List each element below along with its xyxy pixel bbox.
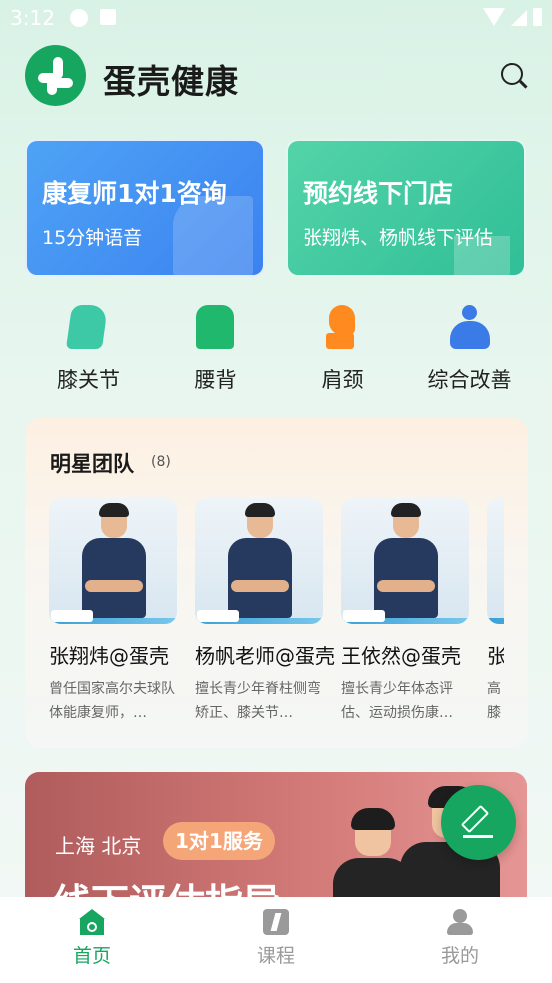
signal-icon xyxy=(511,10,527,26)
neck-icon xyxy=(323,305,363,350)
pen-icon xyxy=(460,804,490,834)
tab-profile[interactable]: 我的 xyxy=(368,897,552,983)
category-label: 膝关节 xyxy=(57,368,120,392)
member-photo xyxy=(195,498,323,624)
consult-card[interactable]: 康复师1对1咨询 15分钟语音 xyxy=(25,139,265,277)
user-icon xyxy=(447,909,473,935)
status-system-icons xyxy=(483,8,542,26)
member-photo xyxy=(49,498,177,624)
team-title: 明星团队 xyxy=(50,452,134,476)
alert-icon xyxy=(70,9,88,27)
banner-cities: 上海 北京 xyxy=(55,834,142,858)
tab-home[interactable]: 首页 xyxy=(0,897,184,983)
tab-label: 我的 xyxy=(440,945,479,967)
member-description: 擅长青少年脊柱侧弯矫正、膝关节… xyxy=(195,681,321,721)
team-count: (8) xyxy=(151,454,171,470)
tab-label: 首页 xyxy=(72,945,111,967)
brand-badge-icon xyxy=(197,610,239,622)
member-name: 张翔炜@蛋壳 xyxy=(49,644,169,668)
brand-badge-icon xyxy=(51,610,93,622)
team-member-card[interactable]: 王依然@蛋壳 擅长青少年体态评估、运动损伤康… xyxy=(341,498,469,738)
category-label: 肩颈 xyxy=(321,368,364,392)
member-description: 高膝 xyxy=(487,681,501,721)
team-carousel[interactable]: 张翔炜@蛋壳 曾任国家高尔夫球队体能康复师，… 杨帆老师@蛋壳 擅长青少年脊柱侧… xyxy=(49,498,504,738)
back-icon xyxy=(195,305,236,350)
brand-badge-icon xyxy=(343,610,385,622)
member-name: 王依然@蛋壳 xyxy=(341,644,461,668)
consult-card-title: 康复师1对1咨询 xyxy=(42,179,227,208)
category-neck[interactable]: 肩颈 xyxy=(279,300,406,395)
home-icon xyxy=(79,909,105,935)
lightning-icon xyxy=(263,909,289,935)
banner-service-pill: 1对1服务 xyxy=(163,822,275,860)
app-logo-icon xyxy=(25,45,86,106)
tab-label: 课程 xyxy=(256,945,295,967)
category-general[interactable]: 综合改善 xyxy=(406,300,533,395)
store-booking-card[interactable]: 预约线下门店 张翔炜、杨帆线下评估 xyxy=(286,139,526,277)
tab-courses[interactable]: 课程 xyxy=(184,897,368,983)
store-card-title: 预约线下门店 xyxy=(303,179,454,208)
compose-button[interactable] xyxy=(441,785,516,860)
status-bar: 3:12 xyxy=(0,0,552,36)
member-description: 曾任国家高尔夫球队体能康复师，… xyxy=(49,681,175,721)
knee-icon xyxy=(65,305,109,350)
yoga-icon xyxy=(449,305,490,350)
category-row: 膝关节 腰背 肩颈 综合改善 xyxy=(25,300,535,395)
status-time: 3:12 xyxy=(10,6,55,30)
category-back[interactable]: 腰背 xyxy=(152,300,279,395)
app-title: 蛋壳健康 xyxy=(103,62,239,101)
consult-card-subtitle: 15分钟语音 xyxy=(42,227,143,249)
member-description: 擅长青少年体态评估、运动损伤康… xyxy=(341,681,453,721)
category-label: 综合改善 xyxy=(427,368,512,392)
category-label: 腰背 xyxy=(194,368,237,392)
member-photo xyxy=(341,498,469,624)
star-team-section: 明星团队 (8) 张翔炜@蛋壳 曾任国家高尔夫球队体能康复师，… 杨帆老师@蛋壳… xyxy=(25,418,528,748)
category-knee[interactable]: 膝关节 xyxy=(25,300,152,395)
search-icon[interactable] xyxy=(501,63,528,89)
store-card-subtitle: 张翔炜、杨帆线下评估 xyxy=(303,227,494,249)
status-notification-icons xyxy=(70,9,116,27)
member-photo xyxy=(487,498,504,624)
member-name: 杨帆老师@蛋壳 xyxy=(195,644,335,668)
app-header: 蛋壳健康 xyxy=(25,45,535,107)
team-member-card[interactable]: 杨帆老师@蛋壳 擅长青少年脊柱侧弯矫正、膝关节… xyxy=(195,498,335,738)
bottom-tab-bar: 首页 课程 我的 xyxy=(0,897,552,983)
member-name: 张 xyxy=(487,644,504,668)
battery-icon xyxy=(533,8,542,26)
wifi-icon xyxy=(483,8,505,26)
team-member-card[interactable]: 张翔炜@蛋壳 曾任国家高尔夫球队体能康复师，… xyxy=(49,498,177,738)
app-notification-icon xyxy=(100,9,116,25)
team-member-card[interactable]: 张 高膝 xyxy=(487,498,504,738)
